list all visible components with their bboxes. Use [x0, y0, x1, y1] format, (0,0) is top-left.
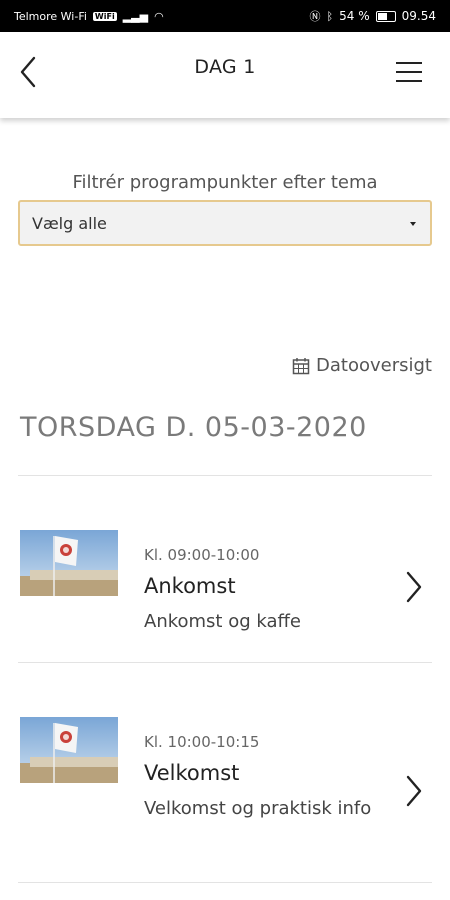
- nfc-icon: Ⓝ: [309, 10, 321, 23]
- app-header: DAG 1: [0, 32, 450, 118]
- clock: 09.54: [401, 9, 436, 23]
- hamburger-line: [396, 71, 422, 73]
- bluetooth-icon: ᛒ: [326, 9, 334, 23]
- filter-label: Filtrér programpunkter efter tema: [72, 172, 378, 193]
- program-item-time: Kl. 10:00-10:15: [144, 733, 260, 751]
- program-item-thumbnail: [20, 530, 118, 596]
- day-heading: TORSDAG D. 05-03-2020: [20, 412, 367, 443]
- menu-button[interactable]: [396, 62, 422, 84]
- program-item-title: Velkomst: [144, 761, 240, 785]
- filter-selected-value: Vælg alle: [32, 213, 107, 233]
- wifi-calling-badge: WiFi: [92, 11, 117, 21]
- date-overview-label: Datooversigt: [316, 355, 432, 376]
- date-overview-link[interactable]: Datooversigt: [292, 355, 432, 376]
- battery-percent: 54 %: [339, 9, 370, 23]
- battery-icon: [375, 10, 396, 22]
- program-item-title: Ankomst: [144, 574, 236, 598]
- program-item-ankomst[interactable]: Kl. 09:00-10:00 Ankomst Ankomst og kaffe: [0, 476, 450, 662]
- chevron-right-icon: [406, 571, 422, 603]
- chevron-right-icon: [406, 775, 422, 807]
- divider: [18, 882, 432, 883]
- program-item-description: Ankomst og kaffe: [144, 611, 301, 632]
- theme-filter-select[interactable]: Vælg alle: [18, 200, 432, 246]
- signal-icon: ▂▃▅: [122, 9, 149, 23]
- carrier-label: Telmore Wi-Fi: [14, 9, 87, 23]
- program-item-time: Kl. 09:00-10:00: [144, 546, 260, 564]
- hamburger-line: [396, 62, 422, 64]
- program-item-description: Velkomst og praktisk info: [144, 798, 372, 819]
- page-title: DAG 1: [194, 56, 256, 78]
- dropdown-caret-icon: [410, 222, 416, 226]
- status-bar: Telmore Wi-Fi WiFi ▂▃▅ ◠ Ⓝ ᛒ 54 % 09.54: [0, 0, 450, 32]
- wifi-icon: ◠: [154, 9, 164, 23]
- program-item-thumbnail: [20, 717, 118, 783]
- hamburger-line: [396, 80, 422, 82]
- calendar-icon: [292, 357, 310, 374]
- program-item-velkomst[interactable]: Kl. 10:00-10:15 Velkomst Velkomst og pra…: [0, 663, 450, 881]
